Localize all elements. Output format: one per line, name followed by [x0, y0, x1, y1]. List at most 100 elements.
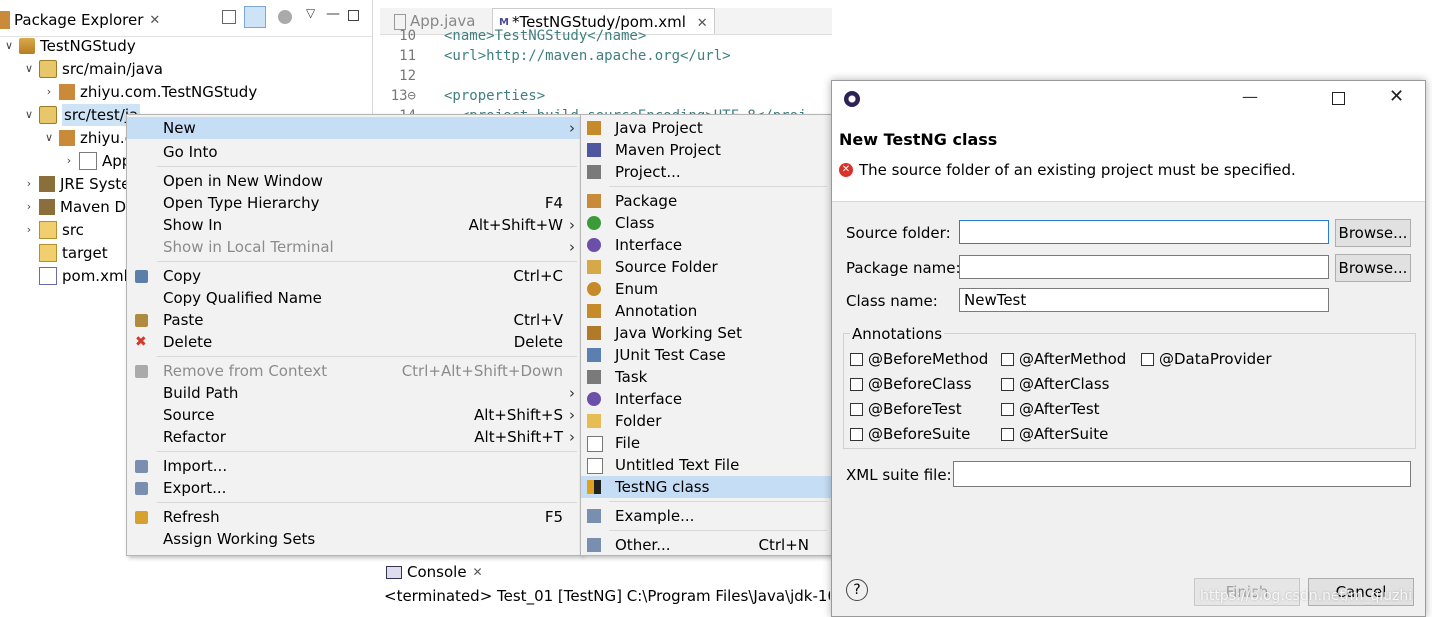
browse-source-button[interactable]: Browse...: [1335, 219, 1411, 247]
tree-item[interactable]: ∨ src/test/ja: [22, 104, 141, 126]
package-icon: [587, 194, 601, 208]
tree-item[interactable]: ∨ src/main/java: [22, 58, 163, 80]
minimize-icon[interactable]: —: [1242, 87, 1258, 106]
checkbox-beforetest[interactable]: @BeforeTest: [850, 399, 962, 419]
tree-item[interactable]: › JRE Syster: [22, 173, 137, 195]
chevron-down-icon[interactable]: ∨: [2, 35, 16, 57]
collapse-all-icon[interactable]: [222, 10, 236, 24]
close-icon[interactable]: ✕: [149, 13, 160, 28]
menu-item-shortcut: Alt+Shift+W: [468, 216, 563, 234]
chevron-right-icon[interactable]: ›: [22, 196, 36, 218]
menu-item-copy-qualified-name[interactable]: Copy Qualified Name: [127, 287, 581, 309]
menu-item-source[interactable]: Source Alt+Shift+S ›: [127, 404, 581, 426]
submenu-item-task[interactable]: Task: [581, 366, 831, 388]
submenu-item-maven-project[interactable]: Maven Project: [581, 139, 831, 161]
menu-item-refactor[interactable]: Refactor Alt+Shift+T ›: [127, 426, 581, 448]
tree-item[interactable]: ∨ TestNGStudy: [2, 35, 136, 57]
maximize-icon[interactable]: [348, 10, 359, 21]
browse-package-button[interactable]: Browse...: [1335, 254, 1411, 282]
submenu-item-junit-test-case[interactable]: JUnit Test Case: [581, 344, 831, 366]
menu-item-delete[interactable]: ✖ Delete Delete: [127, 331, 581, 353]
checkbox-beforesuite[interactable]: @BeforeSuite: [850, 424, 970, 444]
checkbox-box[interactable]: [850, 427, 863, 441]
checkbox-aftersuite[interactable]: @AfterSuite: [1001, 424, 1108, 444]
checkbox-box[interactable]: [1001, 352, 1014, 366]
submenu-item-interface[interactable]: Interface: [581, 234, 831, 256]
chevron-right-icon[interactable]: ›: [22, 173, 36, 195]
submenu-item-project[interactable]: Project...: [581, 161, 831, 183]
submenu-item-file[interactable]: File: [581, 432, 831, 454]
submenu-item-example[interactable]: Example...: [581, 505, 831, 527]
menu-item-go-into[interactable]: Go Into: [127, 141, 581, 163]
menu-item-copy[interactable]: Copy Ctrl+C: [127, 265, 581, 287]
checkbox-box[interactable]: [850, 377, 863, 391]
chevron-right-icon[interactable]: ›: [42, 81, 56, 103]
code-line[interactable]: <url>http://maven.apache.org</url>: [444, 48, 824, 64]
checkbox-box[interactable]: [850, 402, 863, 416]
maximize-icon[interactable]: [1332, 92, 1345, 105]
code-line[interactable]: <name>TestNGStudy</name>: [444, 28, 824, 44]
xml-suite-input[interactable]: [953, 461, 1411, 487]
checkbox-beforeclass[interactable]: @BeforeClass: [850, 374, 972, 394]
checkbox-dataprovider[interactable]: @DataProvider: [1141, 349, 1272, 369]
class-name-input[interactable]: NewTest: [959, 288, 1329, 312]
minimize-icon[interactable]: —: [326, 6, 340, 22]
submenu-item-folder[interactable]: Folder: [581, 410, 831, 432]
submenu-item-untitled-text-file[interactable]: Untitled Text File: [581, 454, 831, 476]
tree-item[interactable]: › zhiyu.com.TestNGStudy: [42, 81, 257, 103]
link-editor-icon[interactable]: [244, 6, 266, 28]
menu-item-import[interactable]: Import...: [127, 455, 581, 477]
tree-item[interactable]: target: [22, 242, 108, 264]
menu-item-refresh[interactable]: Refresh F5: [127, 506, 581, 528]
chevron-down-icon[interactable]: ∨: [22, 58, 36, 80]
filter-icon[interactable]: [278, 10, 292, 24]
menu-item-open-type-hierarchy[interactable]: Open Type Hierarchy F4: [127, 192, 581, 214]
checkbox-box[interactable]: [850, 352, 863, 366]
interface-icon: [587, 238, 601, 252]
checkbox-aftermethod[interactable]: @AfterMethod: [1001, 349, 1126, 369]
checkbox-afterclass[interactable]: @AfterClass: [1001, 374, 1109, 394]
tree-item[interactable]: › src: [22, 219, 84, 241]
chevron-down-icon[interactable]: ∨: [42, 127, 56, 149]
submenu-item-class[interactable]: Class: [581, 212, 831, 234]
chevron-right-icon[interactable]: ›: [62, 150, 76, 172]
chevron-down-icon[interactable]: ∨: [22, 104, 36, 126]
checkbox-aftertest[interactable]: @AfterTest: [1001, 399, 1100, 419]
checkbox-beforemethod[interactable]: @BeforeMethod: [850, 349, 988, 369]
tree-item[interactable]: pom.xml: [22, 265, 128, 287]
help-icon[interactable]: ?: [846, 579, 868, 601]
menu-item-export[interactable]: Export...: [127, 477, 581, 499]
source-folder-input[interactable]: [959, 220, 1329, 244]
menu-item-open-in-new-window[interactable]: Open in New Window: [127, 170, 581, 192]
submenu-item-package[interactable]: Package: [581, 190, 831, 212]
checkbox-box[interactable]: [1141, 352, 1154, 366]
submenu-item-source-folder[interactable]: Source Folder: [581, 256, 831, 278]
submenu-item-java-project[interactable]: Java Project: [581, 117, 831, 139]
menu-item-paste[interactable]: Paste Ctrl+V: [127, 309, 581, 331]
submenu-item-annotation[interactable]: Annotation: [581, 300, 831, 322]
menu-item-new[interactable]: New ›: [127, 117, 581, 139]
submenu-item-enum[interactable]: Enum: [581, 278, 831, 300]
tree-item[interactable]: › App: [62, 150, 131, 172]
submenu-item-label: TestNG class: [615, 478, 710, 496]
close-icon[interactable]: ✕: [1389, 86, 1404, 107]
submenu-item-testng-class[interactable]: TestNG class: [581, 476, 831, 498]
checkbox-box[interactable]: [1001, 377, 1014, 391]
tree-item[interactable]: › Maven De: [22, 196, 136, 218]
chevron-right-icon[interactable]: ›: [22, 219, 36, 241]
submenu-item-interface[interactable]: Interface: [581, 388, 831, 410]
console-tab[interactable]: Console ✕: [386, 562, 483, 582]
menu-item-show-in[interactable]: Show In Alt+Shift+W ›: [127, 214, 581, 236]
package-explorer-tab[interactable]: Package Explorer ✕: [0, 8, 166, 32]
submenu-item-java-working-set[interactable]: Java Working Set: [581, 322, 831, 344]
menu-item-build-path[interactable]: Build Path ›: [127, 382, 581, 404]
view-menu-icon[interactable]: ▽: [306, 6, 315, 20]
tree-item[interactable]: ∨ zhiyu.c: [42, 127, 133, 149]
checkbox-box[interactable]: [1001, 402, 1014, 416]
package-name-input[interactable]: [959, 255, 1329, 279]
checkbox-box[interactable]: [1001, 427, 1014, 441]
close-icon[interactable]: ✕: [473, 565, 483, 579]
code-line[interactable]: <properties>: [444, 88, 824, 104]
menu-item-assign-working-sets[interactable]: Assign Working Sets: [127, 528, 581, 550]
submenu-item-other[interactable]: Other... Ctrl+N: [581, 534, 831, 556]
